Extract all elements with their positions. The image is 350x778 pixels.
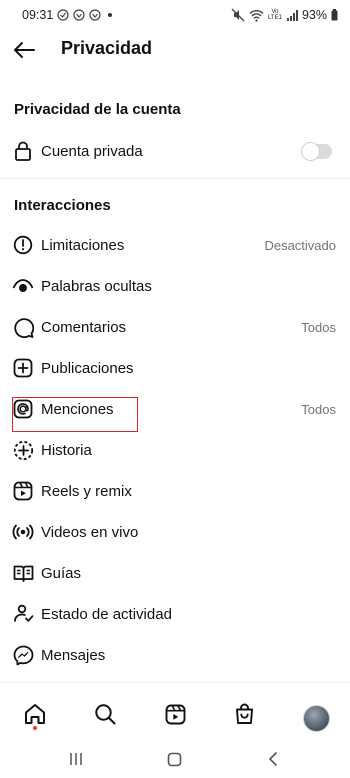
battery-icon (331, 9, 338, 21)
interaction-label: Publicaciones (41, 359, 134, 377)
shop-icon (235, 703, 253, 724)
interaction-value: Desactivado (264, 237, 336, 253)
status-time: 09:31 (22, 8, 54, 22)
page-title: Privacidad (61, 38, 153, 58)
guide-icon (12, 562, 34, 584)
interaction-label: Estado de actividad (41, 605, 172, 623)
more-notifications-dot (108, 13, 113, 17)
interaction-row-limitaciones[interactable]: Limitaciones Desactivado (0, 225, 350, 265)
status-right: Vo LTE1 93% (231, 8, 338, 22)
interaction-label: Historia (41, 441, 92, 459)
interaction-row-estado-de-actividad[interactable]: Estado de actividad (0, 594, 350, 634)
bottom-navigation (0, 682, 350, 734)
carrier-label: Vo LTE1 (268, 9, 282, 21)
reels-icon (165, 704, 185, 724)
notification-icon (73, 9, 85, 21)
live-icon (12, 521, 34, 543)
recent-apps-button[interactable] (65, 748, 87, 770)
private-account-label: Cuenta privada (41, 142, 143, 160)
interaction-row-historia[interactable]: Historia (0, 430, 350, 470)
battery-percent: 93% (301, 8, 327, 22)
arrow-left-icon (14, 42, 35, 58)
menciones-highlight-box (12, 397, 138, 432)
interaction-label: Limitaciones (41, 236, 125, 254)
nav-search[interactable] (92, 701, 118, 727)
activity-status-icon (12, 603, 34, 625)
interaction-row-guias[interactable]: Guías (0, 553, 350, 593)
interaction-label: Reels y remix (41, 482, 132, 500)
divider (0, 178, 350, 179)
recent-apps-icon (70, 753, 82, 765)
nav-shop[interactable] (231, 701, 257, 727)
limit-icon (12, 234, 34, 256)
interaction-label: Guías (41, 564, 82, 582)
interaction-label: Palabras ocultas (41, 277, 152, 295)
interaction-row-publicaciones[interactable]: Publicaciones (0, 348, 350, 388)
android-navigation-bar (0, 740, 350, 778)
messenger-icon (12, 644, 34, 666)
plus-square-icon (12, 357, 34, 379)
private-account-toggle[interactable] (302, 142, 332, 160)
interaction-label: Mensajes (41, 646, 106, 664)
signal-icon (286, 9, 298, 21)
home-icon (25, 704, 45, 724)
interaction-row-videos-en-vivo[interactable]: Videos en vivo (0, 512, 350, 552)
search-icon (95, 704, 116, 725)
reels-icon (12, 480, 34, 502)
private-account-row[interactable]: Cuenta privada (0, 131, 350, 171)
interaction-row-palabras-ocultas[interactable]: Palabras ocultas (0, 266, 350, 306)
wifi-icon (249, 9, 264, 22)
notification-icon (57, 9, 69, 21)
interaction-row-reels-y-remix[interactable]: Reels y remix (0, 471, 350, 511)
lock-icon (12, 140, 34, 162)
story-add-icon (12, 439, 34, 461)
notification-icon (89, 9, 101, 21)
interaction-row-comentarios[interactable]: Comentarios Todos (0, 307, 350, 347)
chevron-left-icon (269, 752, 277, 766)
home-button[interactable] (163, 748, 185, 770)
back-button[interactable] (10, 36, 38, 64)
profile-avatar[interactable] (303, 705, 330, 732)
comment-icon (12, 316, 34, 338)
interaction-row-mensajes[interactable]: Mensajes (0, 635, 350, 675)
interaction-value: Todos (301, 401, 336, 417)
nav-home[interactable] (22, 701, 48, 727)
status-left: 09:31 (22, 8, 113, 22)
hidden-eye-icon (12, 275, 34, 297)
section-title-interactions: Interacciones (14, 197, 111, 214)
interaction-value: Todos (301, 319, 336, 335)
interaction-label: Videos en vivo (41, 523, 139, 541)
section-title-account-privacy: Privacidad de la cuenta (14, 101, 181, 118)
mute-icon (231, 8, 245, 22)
home-square-icon (167, 752, 181, 766)
back-nav-button[interactable] (262, 748, 284, 770)
home-activity-dot (33, 726, 37, 730)
nav-reels[interactable] (162, 701, 188, 727)
status-bar: 09:31 Vo LTE1 93% (0, 0, 350, 30)
header: Privacidad (0, 30, 350, 70)
toggle-knob (302, 142, 319, 160)
interaction-label: Comentarios (41, 318, 127, 336)
